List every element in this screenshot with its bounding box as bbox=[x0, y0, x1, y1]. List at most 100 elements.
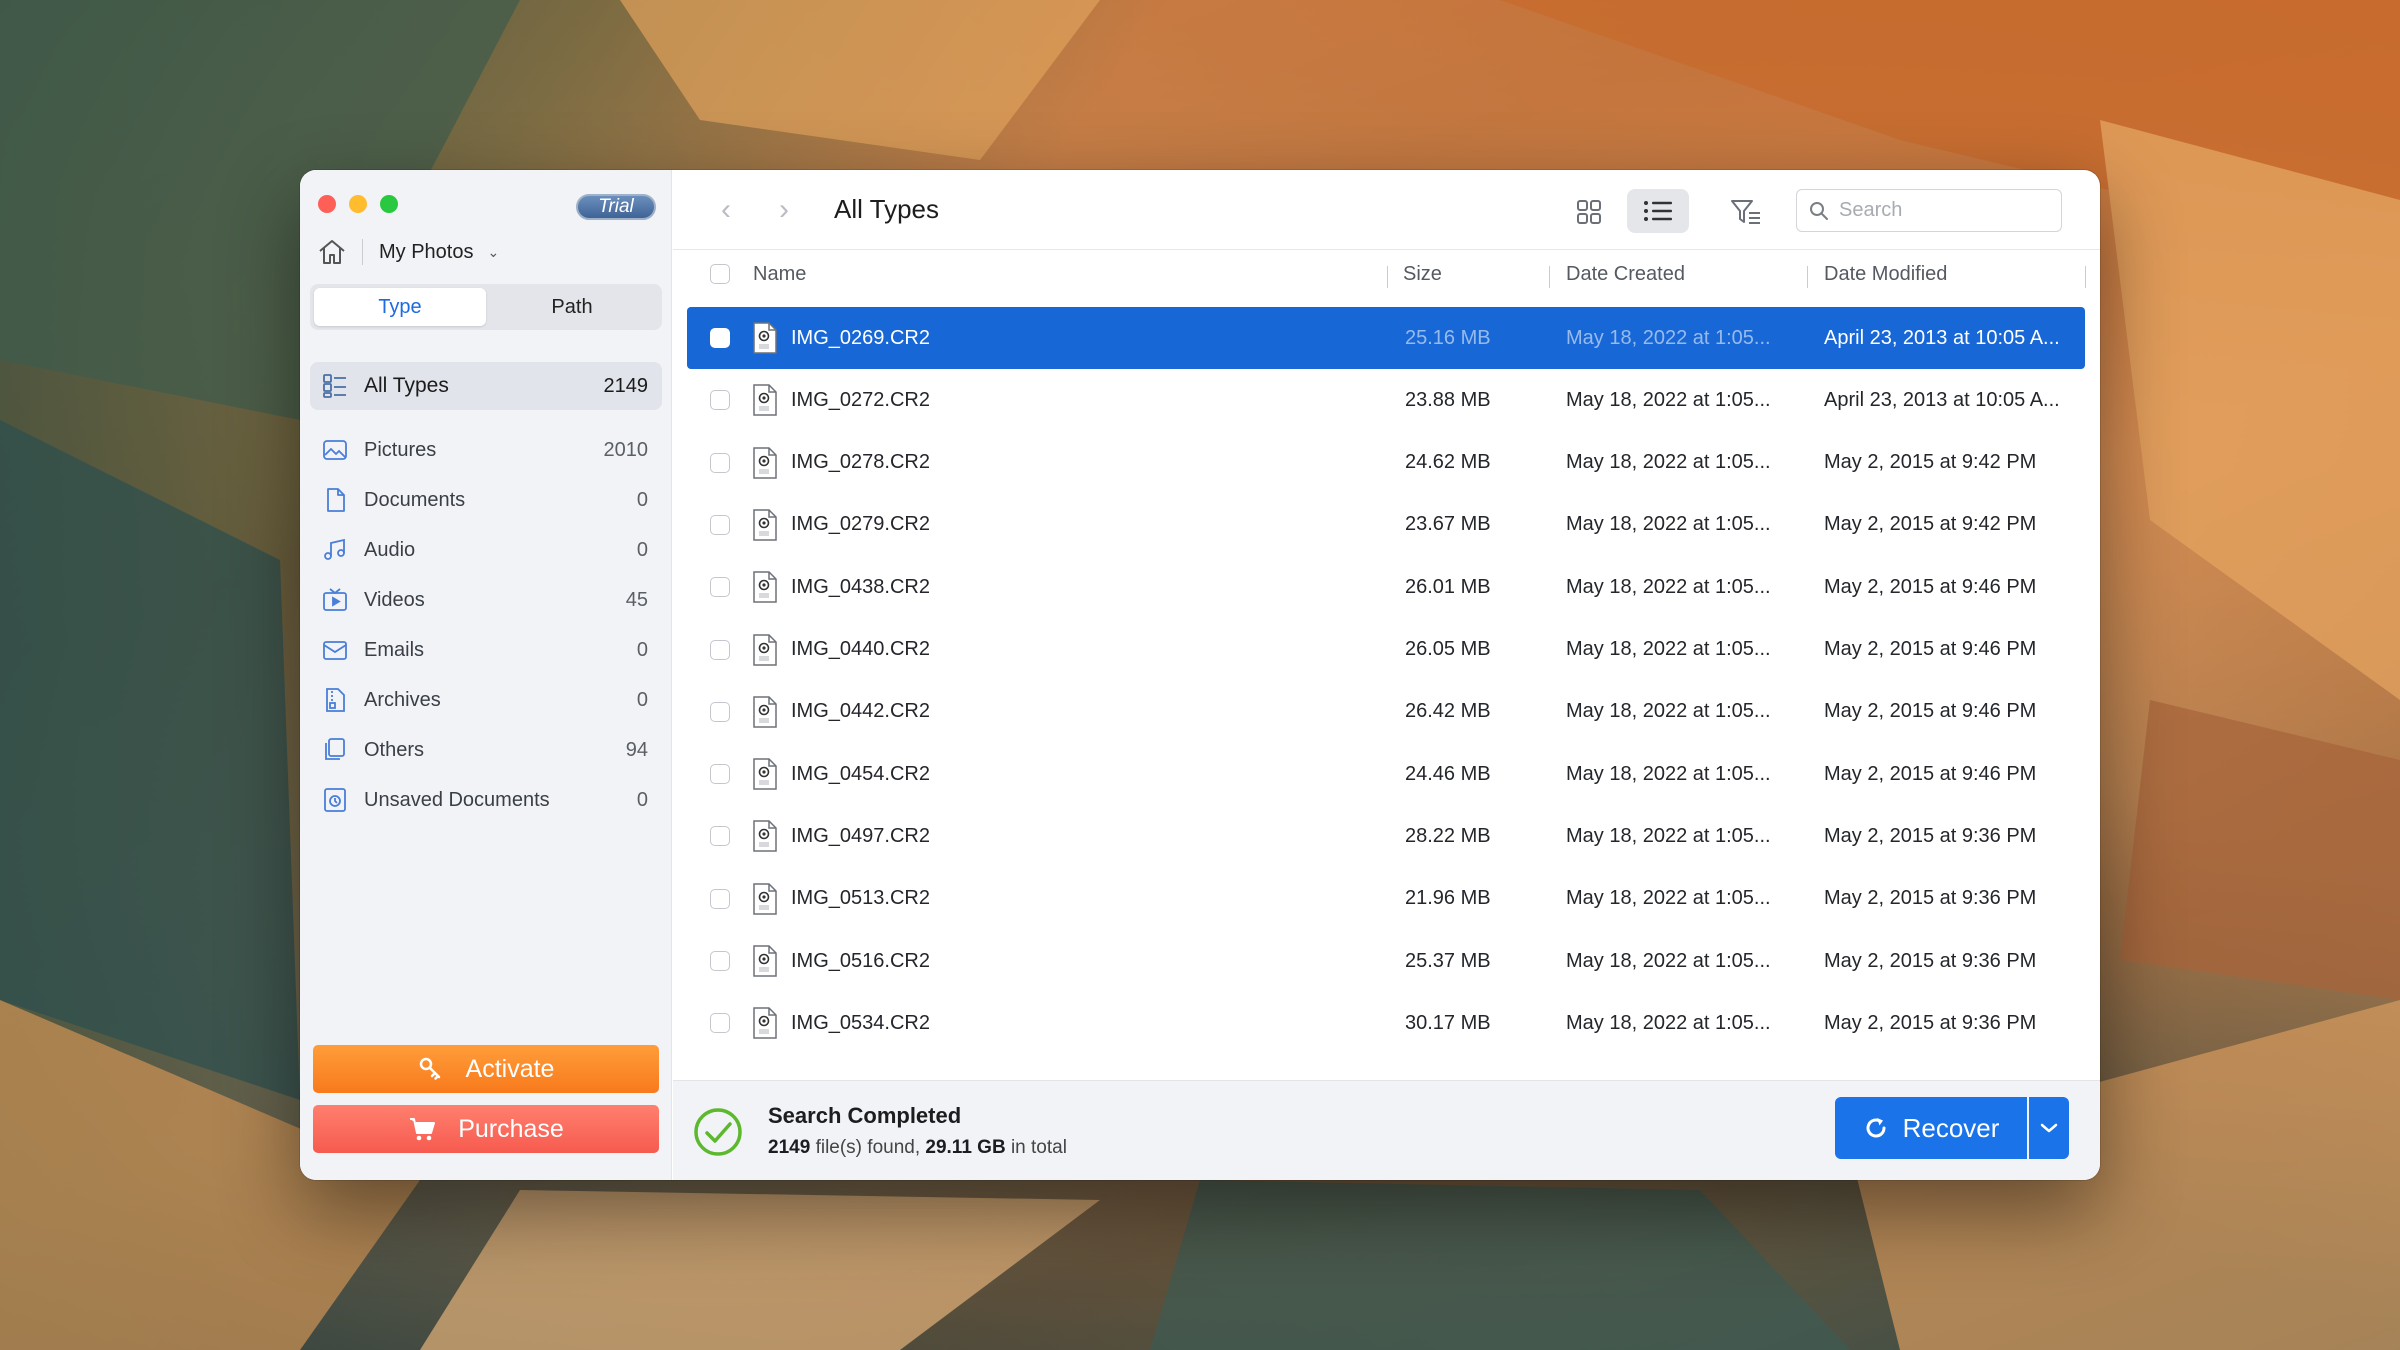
raw-image-file-icon bbox=[752, 758, 778, 790]
unsaved-document-icon bbox=[322, 787, 348, 813]
minimize-window-button[interactable] bbox=[349, 195, 367, 213]
row-checkbox[interactable] bbox=[710, 577, 730, 598]
activate-label: Activate bbox=[465, 1054, 555, 1083]
file-date-created: May 18, 2022 at 1:05... bbox=[1566, 887, 1771, 910]
row-checkbox[interactable] bbox=[710, 826, 730, 847]
column-size[interactable]: Size bbox=[1403, 263, 1442, 286]
sidebar-item-audio[interactable]: Audio 0 bbox=[310, 526, 662, 574]
sidebar-item-label: Archives bbox=[364, 688, 441, 711]
row-checkbox[interactable] bbox=[710, 764, 730, 785]
mail-icon bbox=[322, 637, 348, 663]
document-icon bbox=[322, 487, 348, 513]
file-date-modified: May 2, 2015 at 9:36 PM bbox=[1824, 887, 2037, 910]
table-row[interactable]: IMG_0497.CR2 28.22 MB May 18, 2022 at 1:05… bbox=[687, 805, 2085, 867]
file-size: 26.01 MB bbox=[1405, 575, 1491, 598]
checkmark-circle-icon bbox=[694, 1108, 742, 1156]
recover-button[interactable]: Recover bbox=[1835, 1097, 2027, 1159]
table-row[interactable]: IMG_0534.CR2 30.17 MB May 18, 2022 at 1:05… bbox=[687, 992, 2085, 1054]
forward-arrow-icon[interactable]: › bbox=[779, 195, 789, 225]
segment-path[interactable]: Path bbox=[486, 288, 658, 326]
sidebar-item-archives[interactable]: Archives 0 bbox=[310, 676, 662, 724]
file-name: IMG_0279.CR2 bbox=[791, 513, 930, 536]
table-row[interactable]: IMG_0442.CR2 26.42 MB May 18, 2022 at 1:05… bbox=[687, 681, 2085, 743]
table-row[interactable]: IMG_0272.CR2 23.88 MB May 18, 2022 at 1:05… bbox=[687, 369, 2085, 431]
file-date-modified: May 2, 2015 at 9:36 PM bbox=[1824, 1011, 2037, 1034]
sidebar-item-others[interactable]: Others 94 bbox=[310, 726, 662, 774]
sidebar-item-label: Audio bbox=[364, 538, 416, 561]
home-icon[interactable] bbox=[316, 236, 348, 268]
file-size: 26.42 MB bbox=[1405, 700, 1491, 723]
sidebar-item-label: Unsaved Documents bbox=[364, 788, 550, 811]
sidebar-item-pictures[interactable]: Pictures 2010 bbox=[310, 426, 662, 474]
close-window-button[interactable] bbox=[318, 195, 336, 213]
table-row[interactable]: IMG_0438.CR2 26.01 MB May 18, 2022 at 1:05… bbox=[687, 556, 2085, 618]
status-title: Search Completed bbox=[768, 1103, 962, 1128]
location-selector[interactable]: My Photos ⌄ bbox=[316, 236, 499, 268]
row-checkbox[interactable] bbox=[710, 390, 730, 411]
sidebar-item-all-types[interactable]: All Types 2149 bbox=[310, 362, 662, 410]
table-row[interactable]: IMG_0440.CR2 26.05 MB May 18, 2022 at 1:05… bbox=[687, 619, 2085, 681]
search-field[interactable] bbox=[1796, 189, 2062, 232]
row-checkbox[interactable] bbox=[710, 951, 730, 971]
recover-label: Recover bbox=[1902, 1112, 2000, 1143]
raw-image-file-icon bbox=[752, 446, 778, 479]
sidebar-item-emails[interactable]: Emails 0 bbox=[310, 626, 662, 674]
purchase-button[interactable]: Purchase bbox=[313, 1105, 659, 1153]
grid-icon bbox=[1577, 200, 1601, 224]
file-date-created: May 18, 2022 at 1:05... bbox=[1566, 700, 1771, 723]
column-divider bbox=[2085, 266, 2086, 288]
file-name: IMG_0497.CR2 bbox=[791, 824, 930, 847]
trial-badge: Trial bbox=[576, 194, 656, 220]
grid-list-icon bbox=[322, 373, 348, 399]
table-row[interactable]: IMG_0513.CR2 21.96 MB May 18, 2022 at 1:05… bbox=[687, 868, 2085, 930]
cart-icon bbox=[410, 1118, 436, 1141]
file-size: 23.67 MB bbox=[1405, 513, 1491, 536]
file-date-modified: May 2, 2015 at 9:46 PM bbox=[1824, 762, 2037, 785]
sidebar-item-documents[interactable]: Documents 0 bbox=[310, 476, 662, 524]
row-checkbox[interactable] bbox=[710, 701, 730, 722]
filter-button[interactable] bbox=[1728, 194, 1764, 230]
table-row[interactable]: IMG_0279.CR2 23.67 MB May 18, 2022 at 1:05… bbox=[687, 494, 2085, 556]
file-name: IMG_0516.CR2 bbox=[791, 949, 930, 972]
row-checkbox[interactable] bbox=[710, 888, 730, 909]
activate-button[interactable]: Activate bbox=[313, 1045, 659, 1093]
table-header: Name Size Date Created Date Modified bbox=[673, 250, 2100, 300]
table-row[interactable]: IMG_0269.CR2 25.16 MB May 18, 2022 at 1:05… bbox=[687, 307, 2085, 369]
table-row[interactable]: IMG_0516.CR2 25.37 MB May 18, 2022 at 1:05… bbox=[687, 930, 2085, 992]
table-row[interactable]: IMG_0278.CR2 24.62 MB May 18, 2022 at 1:05… bbox=[687, 432, 2085, 494]
file-date-created: May 18, 2022 at 1:05... bbox=[1566, 388, 1771, 411]
file-name: IMG_0454.CR2 bbox=[791, 762, 930, 785]
column-date-modified[interactable]: Date Modified bbox=[1824, 263, 1947, 286]
file-date-created: May 18, 2022 at 1:05... bbox=[1566, 326, 1771, 349]
table-row[interactable]: IMG_0454.CR2 24.46 MB May 18, 2022 at 1:05… bbox=[687, 743, 2085, 805]
row-checkbox[interactable] bbox=[710, 514, 730, 535]
sidebar-item-videos[interactable]: Videos 45 bbox=[310, 576, 662, 624]
files-count: 2149 bbox=[768, 1137, 811, 1158]
back-arrow-icon[interactable]: ‹ bbox=[721, 195, 731, 225]
file-date-modified: April 23, 2013 at 10:05 A... bbox=[1824, 326, 2060, 349]
file-size: 24.62 MB bbox=[1405, 451, 1491, 474]
list-view-button[interactable] bbox=[1627, 189, 1689, 233]
row-checkbox[interactable] bbox=[710, 452, 730, 473]
video-icon bbox=[322, 587, 348, 613]
sidebar-item-unsaved-documents[interactable]: Unsaved Documents 0 bbox=[310, 776, 662, 824]
sidebar-item-label: Pictures bbox=[364, 438, 437, 461]
location-name: My Photos bbox=[379, 240, 474, 263]
chevron-down-icon bbox=[2040, 1123, 2058, 1133]
select-all-checkbox[interactable] bbox=[710, 264, 730, 284]
column-date-created[interactable]: Date Created bbox=[1566, 263, 1685, 286]
row-checkbox[interactable] bbox=[710, 1013, 730, 1034]
row-checkbox[interactable] bbox=[710, 639, 730, 660]
column-name[interactable]: Name bbox=[753, 263, 806, 286]
column-divider bbox=[1387, 266, 1388, 288]
recover-options-button[interactable] bbox=[2029, 1097, 2069, 1159]
zoom-window-button[interactable] bbox=[380, 195, 398, 213]
segment-type[interactable]: Type bbox=[314, 288, 486, 326]
sidebar-item-count: 2149 bbox=[603, 374, 649, 397]
sidebar-item-label: Videos bbox=[364, 588, 425, 611]
file-date-created: May 18, 2022 at 1:05... bbox=[1566, 638, 1771, 660]
search-input[interactable] bbox=[1839, 199, 2049, 222]
grid-view-button[interactable] bbox=[1571, 194, 1607, 230]
row-checkbox[interactable] bbox=[710, 328, 730, 348]
music-note-icon bbox=[322, 537, 348, 563]
